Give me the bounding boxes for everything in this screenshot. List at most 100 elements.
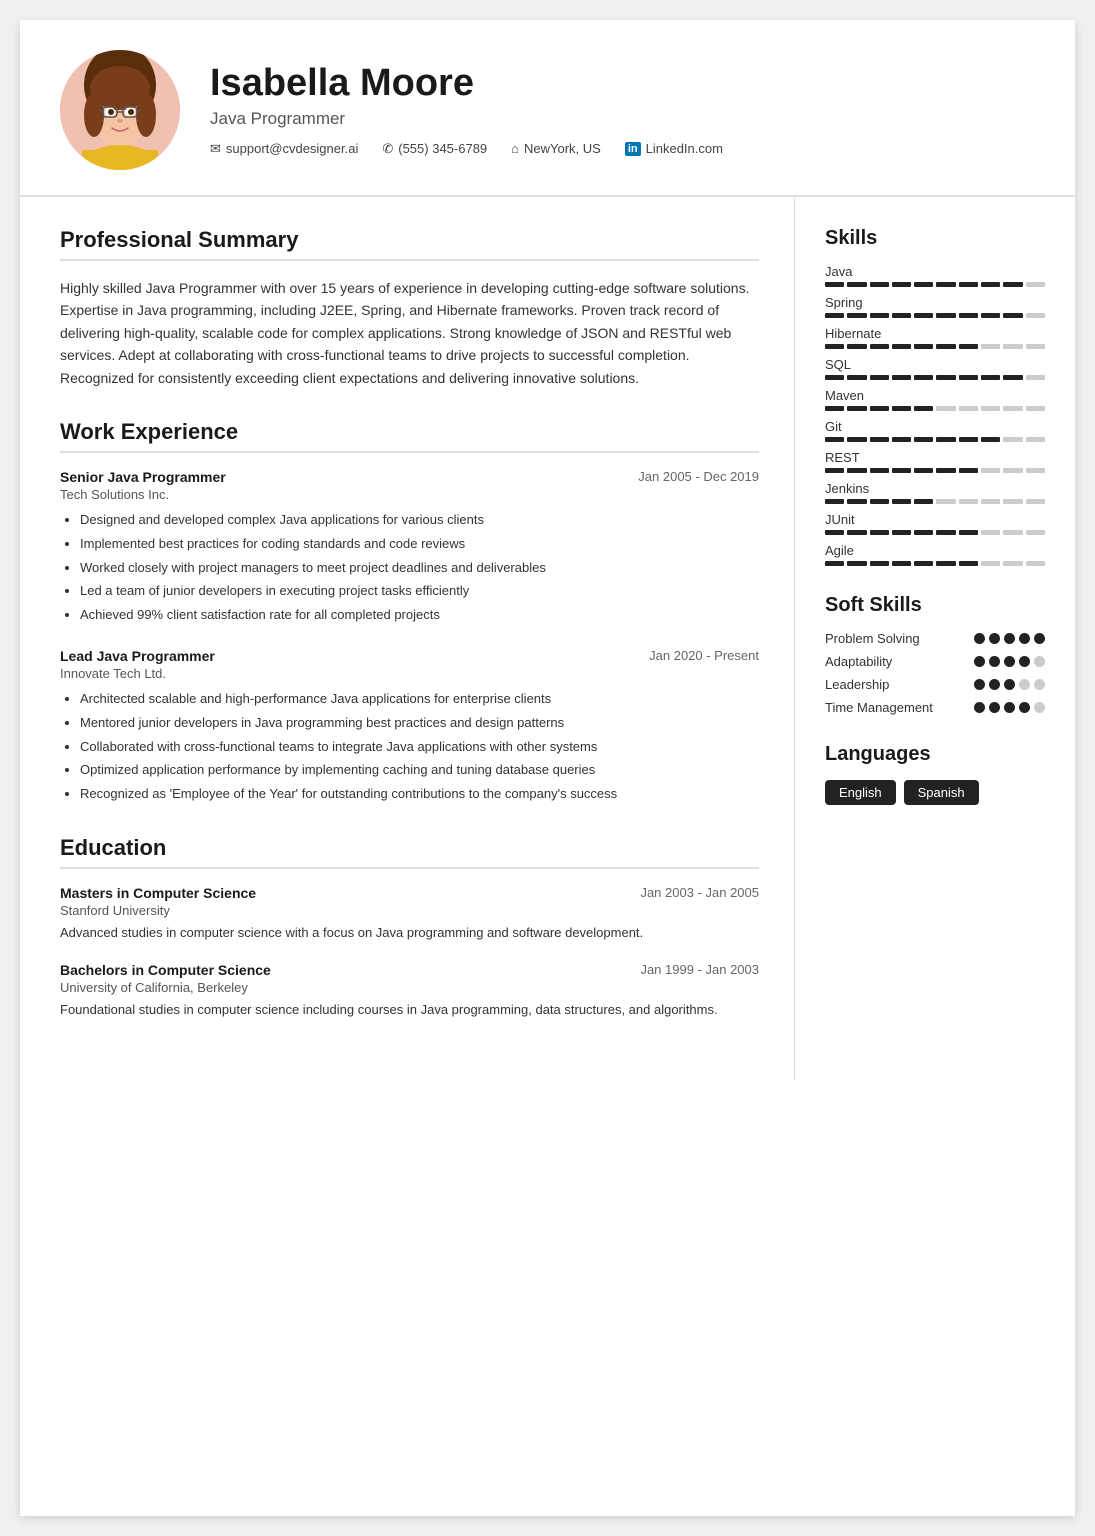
skill-segment <box>959 344 978 349</box>
resume-container: Isabella Moore Java Programmer ✉ support… <box>20 20 1075 1516</box>
skill-segment <box>914 375 933 380</box>
skill-segment <box>936 282 955 287</box>
skill-segment <box>1026 437 1045 442</box>
skill-name: Hibernate <box>825 326 1045 341</box>
skill-dot <box>989 633 1000 644</box>
skill-dot <box>1004 633 1015 644</box>
skill-segment <box>959 282 978 287</box>
skill-segment <box>914 468 933 473</box>
skill-item: REST <box>825 450 1045 473</box>
soft-skill-name: Leadership <box>825 677 889 692</box>
skill-segment <box>914 437 933 442</box>
skill-segment <box>936 561 955 566</box>
skill-segment <box>825 313 844 318</box>
avatar <box>60 50 180 170</box>
header-name: Isabella Moore <box>210 63 1035 105</box>
skill-segment <box>981 499 1000 504</box>
skill-segment <box>1003 406 1022 411</box>
contact-location: ⌂ NewYork, US <box>511 141 601 156</box>
skill-segment <box>892 437 911 442</box>
skill-segment <box>981 468 1000 473</box>
skill-segment <box>1026 344 1045 349</box>
skill-segment <box>936 437 955 442</box>
skill-segment <box>892 468 911 473</box>
skill-segment <box>847 561 866 566</box>
bullet-item: Achieved 99% client satisfaction rate fo… <box>80 605 759 626</box>
skill-dot <box>1034 656 1045 667</box>
skill-segment <box>1026 561 1045 566</box>
skill-segment <box>1003 313 1022 318</box>
skill-segment <box>825 437 844 442</box>
edu-desc: Advanced studies in computer science wit… <box>60 923 759 943</box>
email-text: support@cvdesigner.ai <box>226 141 358 156</box>
skill-segment <box>892 406 911 411</box>
skill-dot <box>1019 679 1030 690</box>
edu-header: Masters in Computer Science Jan 2003 - J… <box>60 885 759 901</box>
contact-phone: ✆ (555) 345-6789 <box>382 141 487 157</box>
skill-segment <box>981 561 1000 566</box>
skill-segment <box>1003 468 1022 473</box>
skill-name: REST <box>825 450 1045 465</box>
soft-skill-item: Leadership <box>825 677 1045 692</box>
skill-segment <box>847 282 866 287</box>
skill-segment <box>870 282 889 287</box>
skill-segment <box>936 406 955 411</box>
skill-segment <box>914 282 933 287</box>
skill-segment <box>847 406 866 411</box>
skill-segment <box>1003 375 1022 380</box>
skills-list: JavaSpringHibernateSQLMavenGitRESTJenkin… <box>825 264 1045 566</box>
experience-section: Work Experience Senior Java Programmer J… <box>60 419 759 805</box>
skill-bar <box>825 313 1045 318</box>
skill-segment <box>847 344 866 349</box>
skill-dot <box>1004 656 1015 667</box>
skill-bar <box>825 282 1045 287</box>
skill-bar <box>825 375 1045 380</box>
skill-segment <box>959 375 978 380</box>
skill-segment <box>914 530 933 535</box>
skill-dot <box>974 679 985 690</box>
skill-segment <box>892 282 911 287</box>
summary-section: Professional Summary Highly skilled Java… <box>60 227 759 389</box>
skills-section: Skills JavaSpringHibernateSQLMavenGitRES… <box>825 227 1045 566</box>
skill-segment <box>936 530 955 535</box>
bullet-item: Worked closely with project managers to … <box>80 558 759 579</box>
summary-text: Highly skilled Java Programmer with over… <box>60 277 759 389</box>
skill-segment <box>870 344 889 349</box>
skill-segment <box>936 499 955 504</box>
skill-segment <box>870 468 889 473</box>
skill-name: Java <box>825 264 1045 279</box>
skill-item: Agile <box>825 543 1045 566</box>
skill-item: SQL <box>825 357 1045 380</box>
soft-skill-item: Problem Solving <box>825 631 1045 646</box>
skill-segment <box>1003 561 1022 566</box>
avatar-container <box>60 50 180 170</box>
skill-segment <box>825 530 844 535</box>
bullet-item: Architected scalable and high-performanc… <box>80 689 759 710</box>
skill-name: Spring <box>825 295 1045 310</box>
skill-segment <box>825 375 844 380</box>
skill-bar <box>825 344 1045 349</box>
education-section: Education Masters in Computer Science Ja… <box>60 835 759 1020</box>
skill-segment <box>981 375 1000 380</box>
education-title: Education <box>60 835 759 869</box>
skill-name: Agile <box>825 543 1045 558</box>
location-text: NewYork, US <box>524 141 601 156</box>
language-tags: English Spanish <box>825 780 1045 805</box>
skill-dot <box>1034 633 1045 644</box>
job-item: Senior Java Programmer Jan 2005 - Dec 20… <box>60 469 759 626</box>
skill-segment <box>825 344 844 349</box>
languages-section: Languages English Spanish <box>825 743 1045 805</box>
skill-dot <box>989 656 1000 667</box>
job-title: Lead Java Programmer <box>60 648 215 664</box>
language-tag-spanish: Spanish <box>904 780 979 805</box>
job-company: Tech Solutions Inc. <box>60 487 759 502</box>
bullet-item: Recognized as 'Employee of the Year' for… <box>80 784 759 805</box>
skill-segment <box>1026 499 1045 504</box>
skill-segment <box>981 313 1000 318</box>
linkedin-text: LinkedIn.com <box>646 141 723 156</box>
location-icon: ⌂ <box>511 141 519 156</box>
soft-skill-name: Problem Solving <box>825 631 920 646</box>
bullet-item: Designed and developed complex Java appl… <box>80 510 759 531</box>
skill-bar <box>825 468 1045 473</box>
job-bullets: Designed and developed complex Java appl… <box>60 510 759 626</box>
